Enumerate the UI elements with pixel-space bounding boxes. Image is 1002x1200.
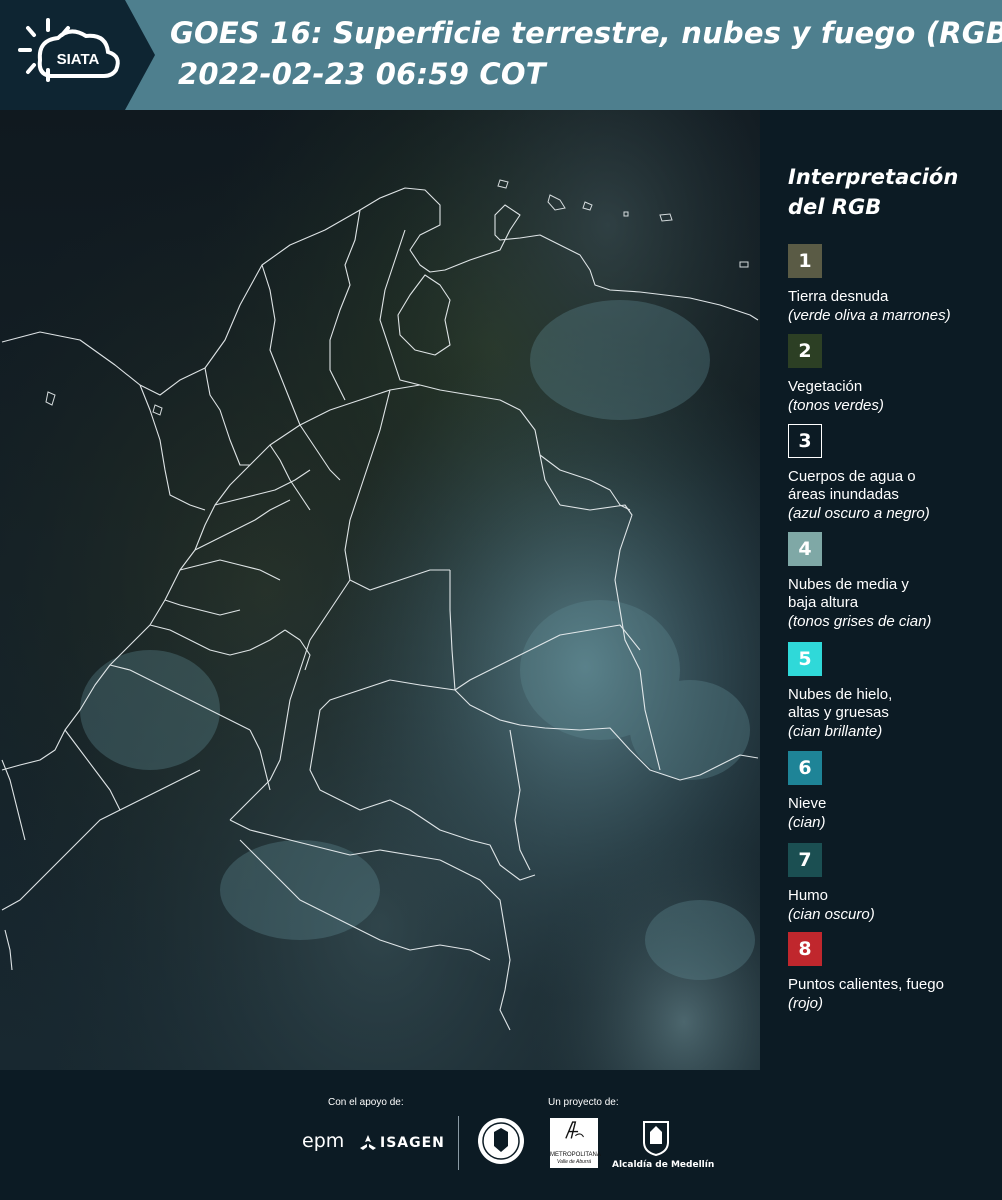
support-label: Con el apoyo de:: [328, 1097, 404, 1108]
legend-hint: (tonos verdes): [788, 397, 884, 414]
satellite-map[interactable]: [0, 110, 760, 1070]
siata-logo: SIATA: [18, 18, 120, 82]
legend-swatch-3: 3: [788, 424, 822, 458]
legend-item-7: 7 Humo (cian oscuro): [788, 843, 1002, 924]
medellin-coat-of-arms-icon: [643, 1121, 669, 1156]
header-banner: SIATA GOES 16: Superficie terrestre, nub…: [0, 0, 1002, 110]
project-label: Un proyecto de:: [548, 1097, 619, 1108]
alcaldia-label: Alcaldía de Medellín: [612, 1160, 715, 1170]
svg-text:SIATA: SIATA: [57, 51, 100, 68]
legend-item-6: 6 Nieve (cian): [788, 751, 1002, 832]
university-seal-icon: [478, 1118, 524, 1164]
footer-divider: [458, 1116, 459, 1170]
legend-label: Vegetación: [788, 378, 863, 395]
legend-hint: (azul oscuro a negro): [788, 505, 930, 522]
legend-item-1: 1 Tierra desnuda (verde oliva a marrones…: [788, 244, 1002, 325]
legend-label: Tierra desnuda: [788, 288, 889, 305]
isagen-logo: ISAGEN: [380, 1135, 445, 1151]
legend-item-2: 2 Vegetación (tonos verdes): [788, 334, 1002, 415]
page-title: GOES 16: Superficie terrestre, nubes y f…: [170, 16, 1002, 50]
legend-swatch-7: 7: [788, 843, 822, 877]
legend-hint: (cian brillante): [788, 723, 883, 740]
legend-hint: (cian oscuro): [788, 906, 875, 923]
legend-swatch-5: 5: [788, 642, 822, 676]
legend-item-8: 8 Puntos calientes, fuego (rojo): [788, 932, 1002, 1013]
satellite-image: [0, 110, 760, 1070]
legend-item-5: 5 Nubes de hielo, altas y gruesas (cian …: [788, 642, 1002, 741]
legend-swatch-2: 2: [788, 334, 822, 368]
legend-hint: (verde oliva a marrones): [788, 307, 951, 324]
legend-item-3: 3 Cuerpos de agua o áreas inundadas (azu…: [788, 424, 1002, 523]
legend-label: Nubes de media y baja altura: [788, 576, 909, 611]
logo-panel: SIATA: [0, 0, 155, 110]
area-metropolitana-mark: [565, 1121, 584, 1139]
legend-label: Nubes de hielo, altas y gruesas: [788, 686, 893, 721]
timestamp: 2022-02-23 06:59 COT: [178, 57, 546, 91]
footer: Con el apoyo de: Un proyecto de: epm ISA…: [0, 1070, 1002, 1200]
isagen-icon: [360, 1135, 376, 1150]
legend-label: Nieve: [788, 795, 827, 812]
legend-swatch-8: 8: [788, 932, 822, 966]
legend-hint: (rojo): [788, 995, 824, 1012]
legend-swatch-6: 6: [788, 751, 822, 785]
legend-swatch-4: 4: [788, 532, 822, 566]
legend-hint: (tonos grises de cian): [788, 613, 932, 630]
legend-item-4: 4 Nubes de media y baja altura (tonos gr…: [788, 532, 1002, 631]
legend-hint: (cian): [788, 814, 826, 831]
legend-swatch-1: 1: [788, 244, 822, 278]
legend-label: Humo: [788, 887, 829, 904]
epm-logo: epm: [302, 1130, 345, 1152]
legend-label: Puntos calientes, fuego: [788, 976, 944, 993]
rgb-legend: Interpretación del RGB 1 Tierra desnuda …: [760, 110, 1002, 1070]
legend-label: Cuerpos de agua o áreas inundadas: [788, 468, 916, 503]
area-metropolitana-logo: METROPOLITANA Valle de Aburrá: [550, 1118, 601, 1168]
legend-title: Interpretación del RGB: [788, 165, 959, 219]
